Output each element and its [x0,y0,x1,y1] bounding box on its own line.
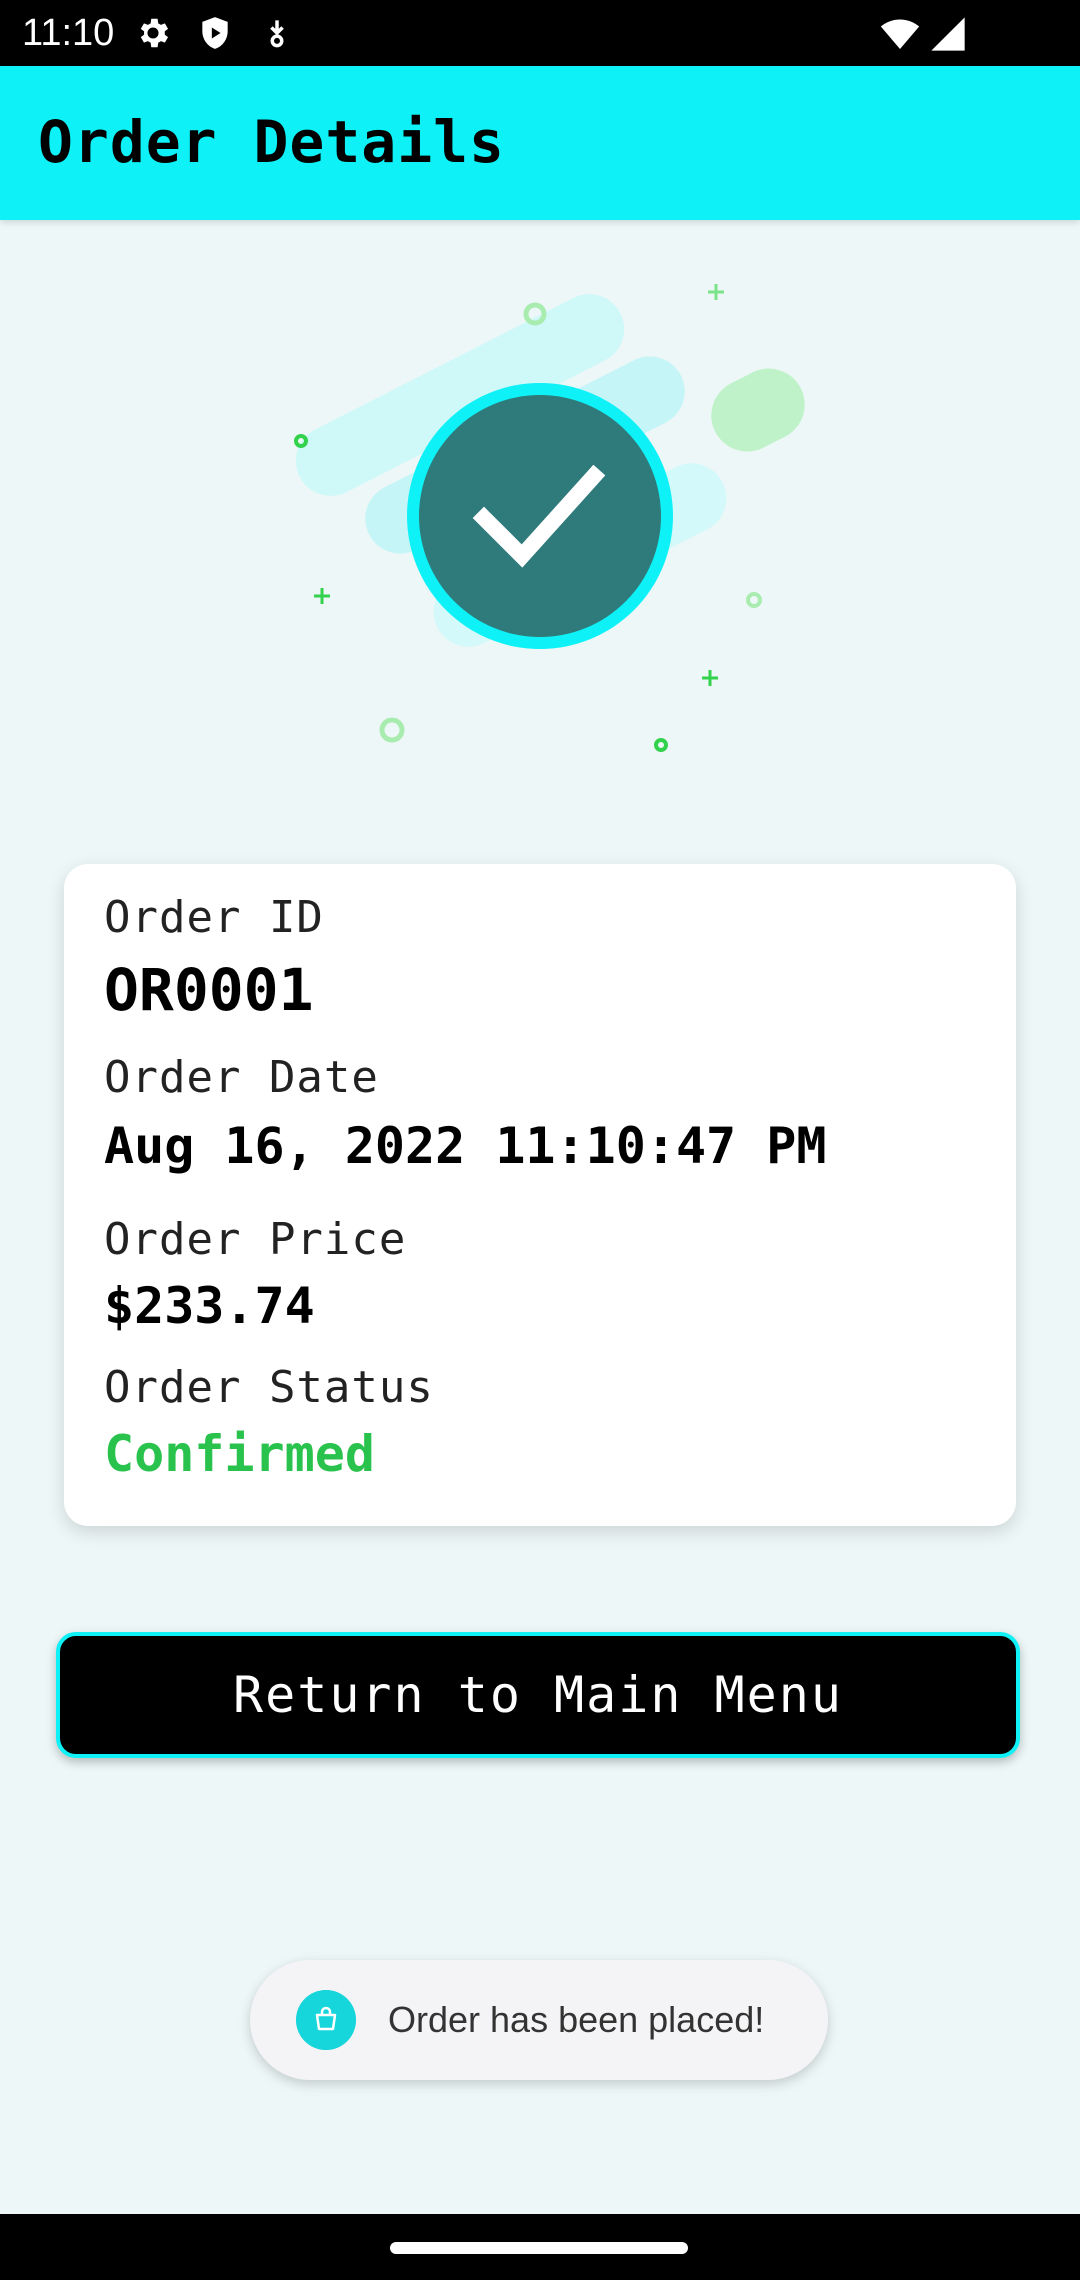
order-id-value: OR0001 [104,956,314,1024]
signal-icon [931,17,965,51]
order-price-value: $233.74 [104,1277,315,1335]
order-status-label: Order Status [104,1362,434,1413]
checkmark-icon [407,383,673,649]
shopping-bag-icon [296,1990,356,2050]
home-gesture-handle[interactable] [390,2242,688,2254]
status-bar: 11:10 [0,0,1080,66]
order-date-value: Aug 16, 2022 11:10:47 PM [104,1117,827,1175]
order-success-illustration [294,284,805,752]
page-title: Order Details [38,108,505,176]
order-status-value: Confirmed [104,1425,375,1483]
toast-message: Order has been placed! [388,1999,765,2040]
order-id-label: Order ID [104,892,324,943]
return-to-main-menu-button[interactable]: Return to Main Menu [56,1632,1020,1758]
navigation-bar [0,2214,1080,2280]
order-details-card: Order ID OR0001 Order Date Aug 16, 2022 … [64,864,1016,1526]
order-date-label: Order Date [104,1052,379,1103]
status-time: 11:10 [22,12,115,54]
download-icon [270,20,284,48]
wifi-icon [880,19,920,49]
order-price-label: Order Price [104,1214,407,1265]
toast-notification: Order has been placed! [250,1960,828,2080]
shield-play-icon [202,17,228,49]
app-bar: Order Details [0,66,1080,220]
gear-icon [140,18,169,48]
